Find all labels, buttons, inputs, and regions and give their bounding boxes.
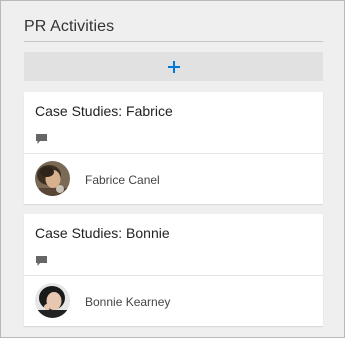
avatar-photo [35, 161, 70, 196]
avatar[interactable] [35, 283, 70, 318]
task-card[interactable]: Case Studies: Bonnie Bonnie Kearney [24, 214, 323, 326]
avatar-photo [35, 283, 70, 318]
card-divider [24, 153, 323, 154]
bucket-column: PR Activities Case Studies: Fabrice Fabr… [0, 0, 345, 338]
comment-icon [36, 256, 47, 266]
avatar[interactable] [35, 161, 70, 196]
plus-icon [167, 60, 180, 73]
card-divider [24, 275, 323, 276]
assignee-name: Bonnie Kearney [85, 295, 171, 309]
task-card[interactable]: Case Studies: Fabrice Fabrice Canel [24, 92, 323, 204]
task-title: Case Studies: Fabrice [35, 103, 173, 119]
title-divider [24, 41, 323, 42]
task-title: Case Studies: Bonnie [35, 225, 170, 241]
bucket-title: PR Activities [24, 18, 115, 35]
comment-icon [36, 134, 47, 144]
add-task-button[interactable] [24, 52, 323, 81]
assignee-name: Fabrice Canel [85, 173, 160, 187]
